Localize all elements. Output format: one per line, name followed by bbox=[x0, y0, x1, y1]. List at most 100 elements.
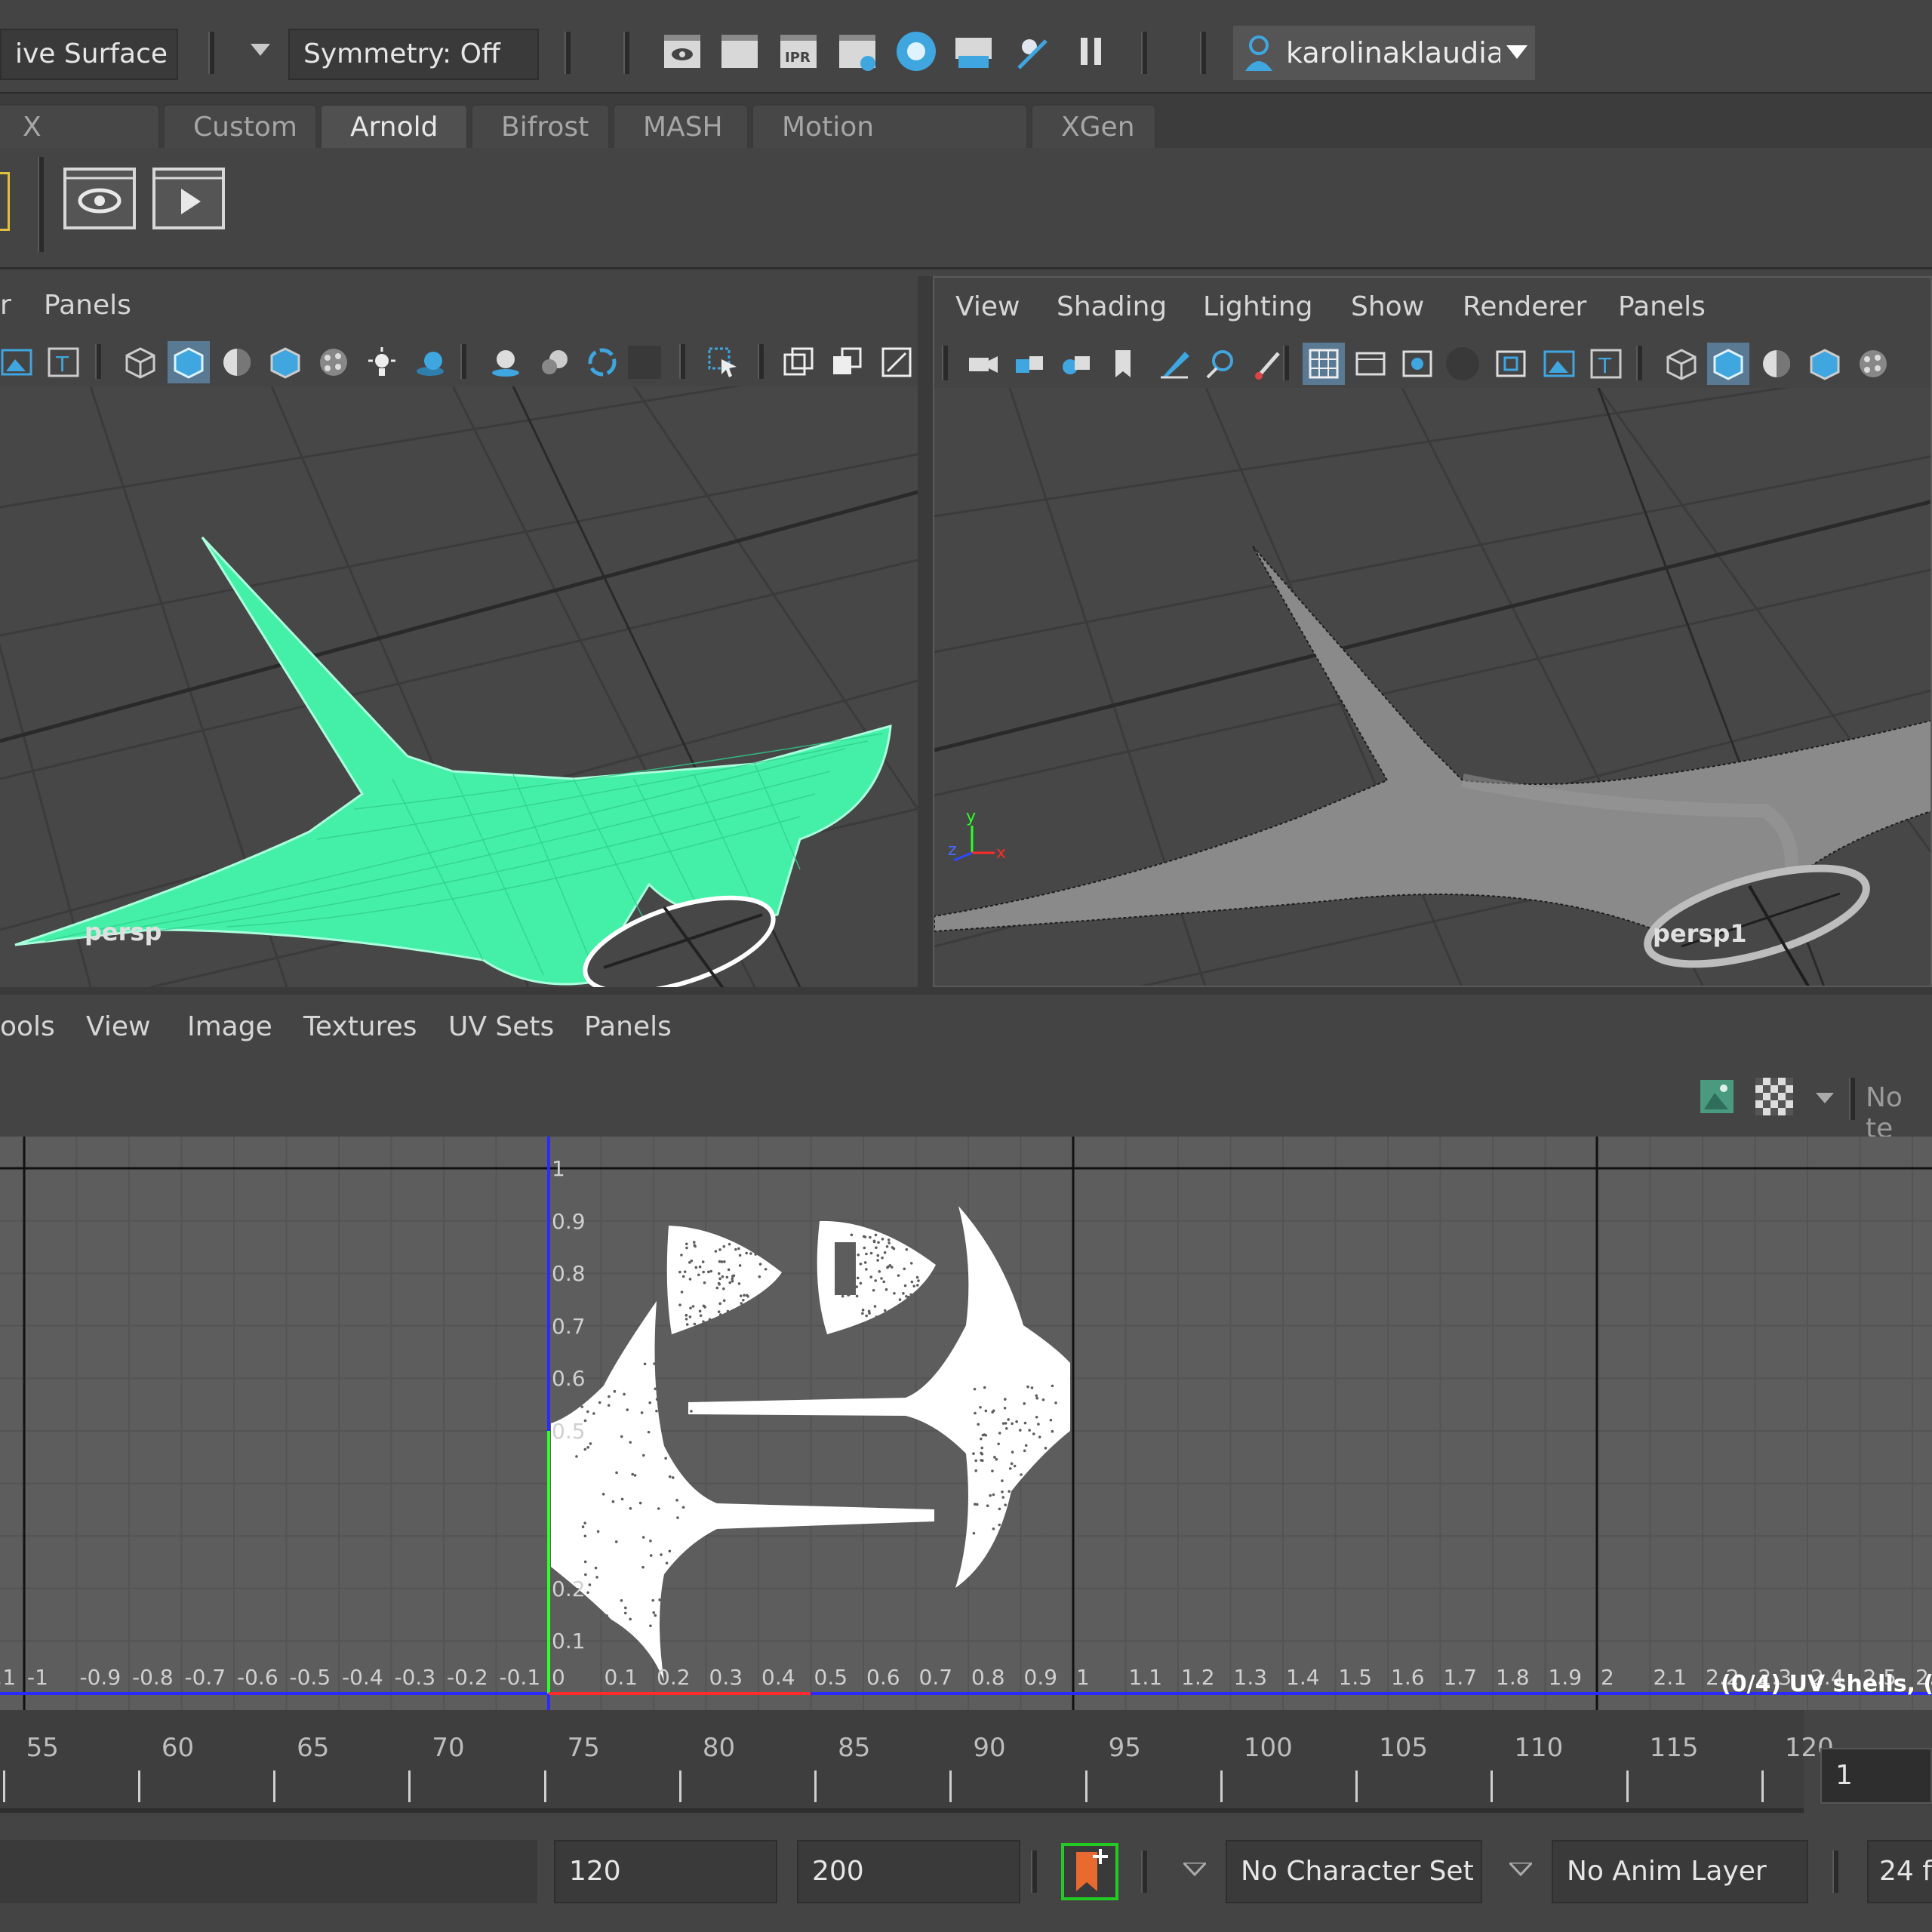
checker-icon[interactable] bbox=[1755, 1078, 1793, 1115]
texture-dropdown[interactable]: No te bbox=[1866, 1082, 1932, 1144]
grease-pencil-icon[interactable] bbox=[1158, 347, 1191, 380]
grid-icon[interactable] bbox=[1307, 347, 1340, 380]
menu-renderer[interactable]: Renderer bbox=[1463, 291, 1586, 322]
timeline-tick-label: 70 bbox=[432, 1733, 465, 1763]
uv-editor-canvas[interactable]: -1.1 -1 -0.9 -0.8 -0.7 -0.6 -0.5 -0.4 -0.3 -0.2 -0… bbox=[0, 1137, 1932, 1710]
smooth-shade-icon[interactable] bbox=[1712, 347, 1745, 380]
wireframe-cube-icon[interactable] bbox=[124, 346, 157, 379]
wireframe-on-shaded-icon[interactable] bbox=[269, 346, 302, 379]
camera-label: persp1 bbox=[1653, 919, 1747, 948]
2d-pan-zoom-icon[interactable] bbox=[1204, 347, 1238, 380]
pause-icon[interactable] bbox=[1070, 30, 1112, 72]
chevron-down-icon[interactable] bbox=[1509, 1863, 1532, 1878]
lights-icon[interactable] bbox=[365, 346, 398, 379]
viewport-persp1-canvas[interactable]: y x z persp1 bbox=[934, 365, 1930, 986]
max-frame-field[interactable]: 200 bbox=[797, 1840, 1020, 1903]
render-view-icon[interactable] bbox=[661, 30, 703, 72]
isolate-select-icon[interactable] bbox=[706, 346, 740, 379]
tab-motion-graphics[interactable]: Motion Graphics bbox=[752, 104, 1028, 186]
image-plane-icon[interactable] bbox=[1543, 347, 1576, 380]
render-settings-icon[interactable] bbox=[836, 30, 878, 72]
bookmark-icon[interactable] bbox=[1106, 347, 1140, 380]
chevron-down-icon[interactable] bbox=[1183, 1863, 1206, 1878]
smooth-shade-icon[interactable] bbox=[172, 346, 205, 379]
uv-editor-menu-bar: ools View Image Textures UV Sets Panels bbox=[0, 995, 1932, 1061]
menu-view[interactable]: View bbox=[86, 1011, 150, 1042]
xray-components-icon[interactable] bbox=[880, 346, 913, 379]
tab-custom[interactable]: Custom bbox=[163, 104, 317, 148]
text-icon[interactable]: T bbox=[47, 346, 80, 379]
brush-icon[interactable] bbox=[1253, 347, 1286, 380]
end-frame-field[interactable]: 120 bbox=[554, 1840, 777, 1903]
image-plane-icon[interactable] bbox=[0, 346, 33, 379]
menu-textures[interactable]: Textures bbox=[303, 1011, 417, 1042]
menu-view[interactable]: View bbox=[955, 291, 1020, 322]
camera-attributes-icon[interactable] bbox=[1060, 347, 1093, 380]
tab-xgen[interactable]: XGen bbox=[1031, 104, 1156, 148]
menu-renderer[interactable]: r bbox=[0, 290, 11, 321]
camera-icon[interactable] bbox=[966, 347, 999, 380]
tab-fx-caching[interactable]: X Caching bbox=[0, 104, 160, 186]
light-editor-icon[interactable] bbox=[1011, 30, 1054, 72]
tab-mash[interactable]: MASH bbox=[613, 104, 749, 148]
hypershade-icon[interactable] bbox=[895, 30, 937, 72]
default-material-icon[interactable] bbox=[220, 346, 254, 379]
surface-field[interactable]: ive Surface bbox=[0, 29, 178, 80]
textured-icon[interactable] bbox=[317, 346, 350, 379]
default-material-icon[interactable] bbox=[1760, 347, 1793, 380]
menu-panels[interactable]: Panels bbox=[1618, 291, 1706, 322]
menu-panels[interactable]: Panels bbox=[44, 290, 131, 321]
gate-mask-icon[interactable] bbox=[1446, 347, 1479, 380]
text-icon[interactable]: T bbox=[1589, 347, 1623, 380]
shelf-tab-bar: X Caching Custom Arnold Bifrost MASH Mot… bbox=[0, 94, 1932, 186]
menu-lighting[interactable]: Lighting bbox=[1203, 291, 1313, 322]
pane-splitter[interactable] bbox=[918, 276, 933, 987]
depth-of-field-icon[interactable] bbox=[628, 346, 661, 379]
auto-keyframe-icon[interactable] bbox=[1060, 1841, 1120, 1902]
menu-panels[interactable]: Panels bbox=[584, 1011, 672, 1042]
chevron-down-icon[interactable] bbox=[1816, 1093, 1834, 1105]
chevron-down-icon[interactable] bbox=[251, 44, 270, 57]
range-slider-bar: 120 200 No Character Set No Anim Layer 2… bbox=[0, 1825, 1932, 1932]
current-frame-field[interactable]: 1 bbox=[1820, 1748, 1932, 1804]
render-view-eye-icon[interactable] bbox=[63, 168, 136, 229]
pane-splitter[interactable] bbox=[0, 987, 1932, 995]
ipr-render-icon[interactable]: IPR bbox=[777, 30, 820, 72]
character-set-dropdown[interactable]: No Character Set bbox=[1226, 1840, 1482, 1903]
shadows-icon[interactable] bbox=[414, 346, 447, 379]
tab-arnold[interactable]: Arnold bbox=[320, 104, 468, 148]
menu-image[interactable]: Image bbox=[187, 1011, 272, 1042]
xray-icon[interactable] bbox=[782, 346, 815, 379]
range-slider[interactable] bbox=[0, 1840, 537, 1903]
lock-camera-icon[interactable] bbox=[1013, 347, 1046, 380]
film-gate-icon[interactable] bbox=[1354, 347, 1387, 380]
viewport-persp[interactable]: r Panels T persp bbox=[0, 276, 918, 987]
menu-show[interactable]: Show bbox=[1351, 291, 1424, 322]
viewport-persp-canvas[interactable]: persp bbox=[0, 355, 918, 987]
textured-icon[interactable] bbox=[1857, 347, 1890, 380]
time-slider[interactable]: 55 60 65 70 75 80 85 90 95 100 105 110 115 120 bbox=[0, 1710, 1834, 1813]
u-tick-label: 1.9 bbox=[1548, 1665, 1583, 1690]
menu-tools[interactable]: ools bbox=[0, 1011, 55, 1042]
symmetry-field[interactable]: Symmetry: Off bbox=[288, 29, 539, 80]
menu-shading[interactable]: Shading bbox=[1057, 291, 1167, 322]
shelf-item-partial[interactable] bbox=[0, 172, 10, 231]
motion-blur-icon[interactable] bbox=[537, 346, 571, 379]
render-setup-icon[interactable] bbox=[952, 30, 995, 72]
wireframe-cube-icon[interactable] bbox=[1665, 347, 1698, 380]
viewport-persp1[interactable]: View Shading Lighting Show Renderer Pane… bbox=[933, 276, 1932, 987]
anim-layer-dropdown[interactable]: No Anim Layer bbox=[1552, 1840, 1808, 1903]
wireframe-on-shaded-icon[interactable] bbox=[1808, 347, 1841, 380]
render-frame-icon[interactable] bbox=[718, 30, 761, 72]
tab-bifrost[interactable]: Bifrost bbox=[471, 104, 610, 148]
anti-alias-icon[interactable] bbox=[586, 346, 619, 379]
fps-dropdown[interactable]: 24 fp bbox=[1867, 1840, 1932, 1903]
user-account-button[interactable]: karolinaklaudiak bbox=[1233, 26, 1535, 80]
image-display-icon[interactable] bbox=[1698, 1078, 1736, 1115]
xray-joints-icon[interactable] bbox=[830, 346, 863, 379]
screen-space-ao-icon[interactable] bbox=[489, 346, 522, 379]
resolution-gate-icon[interactable] bbox=[1401, 347, 1434, 380]
play-render-icon[interactable] bbox=[152, 168, 225, 229]
field-chart-icon[interactable] bbox=[1494, 347, 1527, 380]
menu-uv-sets[interactable]: UV Sets bbox=[448, 1011, 554, 1042]
